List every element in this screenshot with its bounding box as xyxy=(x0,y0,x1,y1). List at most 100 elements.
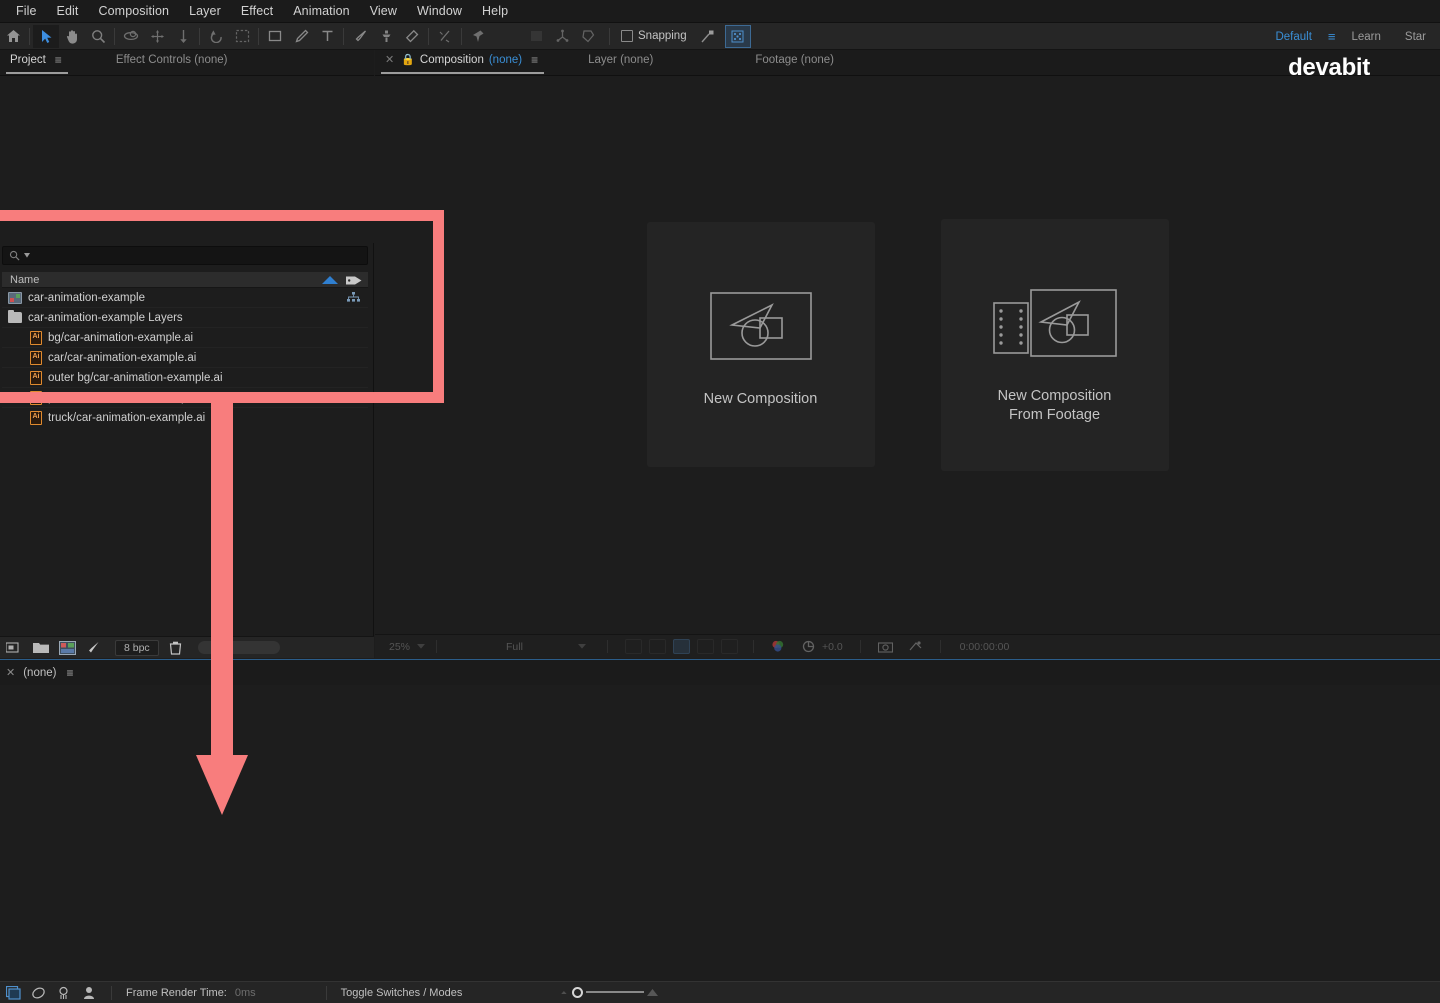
timeline-tab-label[interactable]: (none) xyxy=(23,667,56,679)
bit-depth-button[interactable]: 8 bpc xyxy=(115,639,159,656)
take-snapshot-icon[interactable] xyxy=(877,641,893,653)
snapping-toggle[interactable]: Snapping xyxy=(621,30,687,42)
project-footer-slider[interactable] xyxy=(197,641,280,654)
zoom-tool-icon[interactable] xyxy=(85,25,111,48)
zoom-in-icon[interactable] xyxy=(647,988,658,997)
menu-item-file[interactable]: File xyxy=(6,2,47,20)
tab-effect-controls[interactable]: Effect Controls (none) xyxy=(74,49,240,75)
roto-brush-tool-icon[interactable] xyxy=(432,25,458,48)
menu-item-edit[interactable]: Edit xyxy=(47,2,89,20)
exposure-reset-icon[interactable] xyxy=(802,640,815,653)
sort-ascending-icon[interactable] xyxy=(322,276,338,284)
dolly-tool-icon[interactable] xyxy=(170,25,196,48)
menu-item-help[interactable]: Help xyxy=(472,2,518,20)
pan-behind-tool-icon[interactable] xyxy=(144,25,170,48)
brush-tool-icon[interactable] xyxy=(347,25,373,48)
view-axis-mode-icon[interactable] xyxy=(575,25,601,48)
selection-tool-icon[interactable] xyxy=(33,24,59,48)
project-panel-menu-icon[interactable]: ≡ xyxy=(55,47,62,73)
home-icon[interactable] xyxy=(0,25,26,48)
toggle-switches-modes-button[interactable]: Toggle Switches / Modes xyxy=(341,987,463,999)
chevron-down-icon[interactable] xyxy=(577,644,586,649)
workspace-default[interactable]: Default xyxy=(1263,31,1323,43)
3d-view-button[interactable] xyxy=(672,639,690,654)
zoom-slider-knob[interactable] xyxy=(572,986,583,998)
flowchart-icon[interactable] xyxy=(347,292,360,303)
zoom-slider-track[interactable] xyxy=(586,991,644,993)
zoom-level-select[interactable]: 25% xyxy=(389,641,410,653)
tab-layer[interactable]: Layer (none) xyxy=(550,49,665,75)
menu-item-animation[interactable]: Animation xyxy=(283,2,360,20)
channel-rgb-icon[interactable] xyxy=(771,640,785,653)
timeline-zoom-slider[interactable] xyxy=(560,985,668,999)
rotation-tool-icon[interactable] xyxy=(203,25,229,48)
composition-panel-menu-icon[interactable]: ≡ xyxy=(531,47,538,73)
chevron-down-icon[interactable] xyxy=(24,253,30,258)
type-tool-icon[interactable] xyxy=(314,25,340,48)
view-layout-button[interactable] xyxy=(696,639,714,654)
list-item[interactable]: Ai outer bg/car-animation-example.ai xyxy=(2,368,368,388)
interpret-footage-icon[interactable] xyxy=(6,641,23,654)
menu-item-layer[interactable]: Layer xyxy=(179,2,231,20)
hand-tool-icon[interactable] xyxy=(59,25,85,48)
eraser-tool-icon[interactable] xyxy=(399,25,425,48)
lock-icon[interactable]: 🔒 xyxy=(401,47,415,73)
list-item[interactable]: car-animation-example Layers xyxy=(2,308,368,328)
motion-blur-icon[interactable] xyxy=(31,986,46,1000)
close-icon[interactable]: ✕ xyxy=(385,47,394,73)
list-item[interactable]: Ai truck/car-animation-example.ai xyxy=(2,408,368,428)
puppet-pin-tool-icon[interactable] xyxy=(465,25,491,48)
zoom-out-icon[interactable] xyxy=(560,988,569,997)
project-settings-icon[interactable] xyxy=(86,641,101,655)
orbit-tool-icon[interactable] xyxy=(118,25,144,48)
pen-tool-icon[interactable] xyxy=(288,25,314,48)
close-icon[interactable]: ✕ xyxy=(6,666,15,679)
region-of-interest-icon[interactable] xyxy=(229,25,255,48)
rectangle-tool-icon[interactable] xyxy=(262,25,288,48)
workspace-learn[interactable]: Learn xyxy=(1339,31,1392,43)
timeline-panel-menu-icon[interactable]: ≡ xyxy=(66,666,73,680)
menu-item-window[interactable]: Window xyxy=(407,2,472,20)
list-item[interactable]: Ai plane/car-animation-example.ai xyxy=(2,388,368,408)
new-composition-from-footage-button[interactable]: New Composition From Footage xyxy=(940,218,1169,471)
render-queue-icon[interactable] xyxy=(6,985,21,1000)
grid-snap-icon[interactable] xyxy=(724,24,751,48)
list-item[interactable]: Ai bg/car-animation-example.ai xyxy=(2,328,368,348)
new-folder-icon[interactable] xyxy=(33,641,49,654)
workspace-standard[interactable]: Star xyxy=(1393,31,1438,43)
show-snapshot-icon[interactable] xyxy=(908,640,923,653)
transparency-grid-button[interactable] xyxy=(648,639,666,654)
search-icon xyxy=(9,250,20,261)
chevron-down-icon[interactable] xyxy=(417,644,426,649)
tab-composition[interactable]: ✕ 🔒 Composition (none) ≡ xyxy=(375,49,550,75)
resolution-select[interactable]: Full xyxy=(506,641,523,653)
new-composition-icon[interactable] xyxy=(59,640,76,655)
world-axis-mode-icon[interactable] xyxy=(549,25,575,48)
timeline-panel: ✕ (none) ≡ # xyxy=(0,659,1440,1003)
tab-project[interactable]: Project ≡ xyxy=(0,49,74,75)
snapping-checkbox[interactable] xyxy=(621,30,633,42)
local-axis-mode-icon[interactable] xyxy=(523,25,549,48)
project-file-list[interactable]: Name car-animation-example car-animation… xyxy=(2,272,368,434)
label-color-icon[interactable] xyxy=(346,275,362,286)
delete-icon[interactable] xyxy=(169,641,182,655)
current-timecode[interactable]: 0:00:00:00 xyxy=(960,641,1010,653)
column-header-name[interactable]: Name xyxy=(10,274,39,286)
menu-item-composition[interactable]: Composition xyxy=(89,2,180,20)
tab-footage[interactable]: Footage (none) xyxy=(665,49,846,75)
exposure-value[interactable]: +0.0 xyxy=(822,641,843,653)
align-icon[interactable] xyxy=(695,25,721,48)
list-item[interactable]: Ai car/car-animation-example.ai xyxy=(2,348,368,368)
project-search-input[interactable] xyxy=(2,246,368,265)
pixel-aspect-correction-button[interactable] xyxy=(720,639,738,654)
new-composition-button[interactable]: New Composition xyxy=(646,222,875,467)
menu-item-effect[interactable]: Effect xyxy=(231,2,283,20)
clone-stamp-tool-icon[interactable] xyxy=(373,25,399,48)
puppet-icon[interactable] xyxy=(81,986,97,1000)
list-item[interactable]: car-animation-example xyxy=(2,288,368,308)
workspace-menu-icon[interactable]: ≡ xyxy=(1324,29,1340,44)
region-of-interest-button[interactable] xyxy=(624,639,642,654)
menu-item-view[interactable]: View xyxy=(360,2,407,20)
brainstorm-icon[interactable] xyxy=(56,986,71,1000)
project-list-header: Name xyxy=(2,272,368,288)
